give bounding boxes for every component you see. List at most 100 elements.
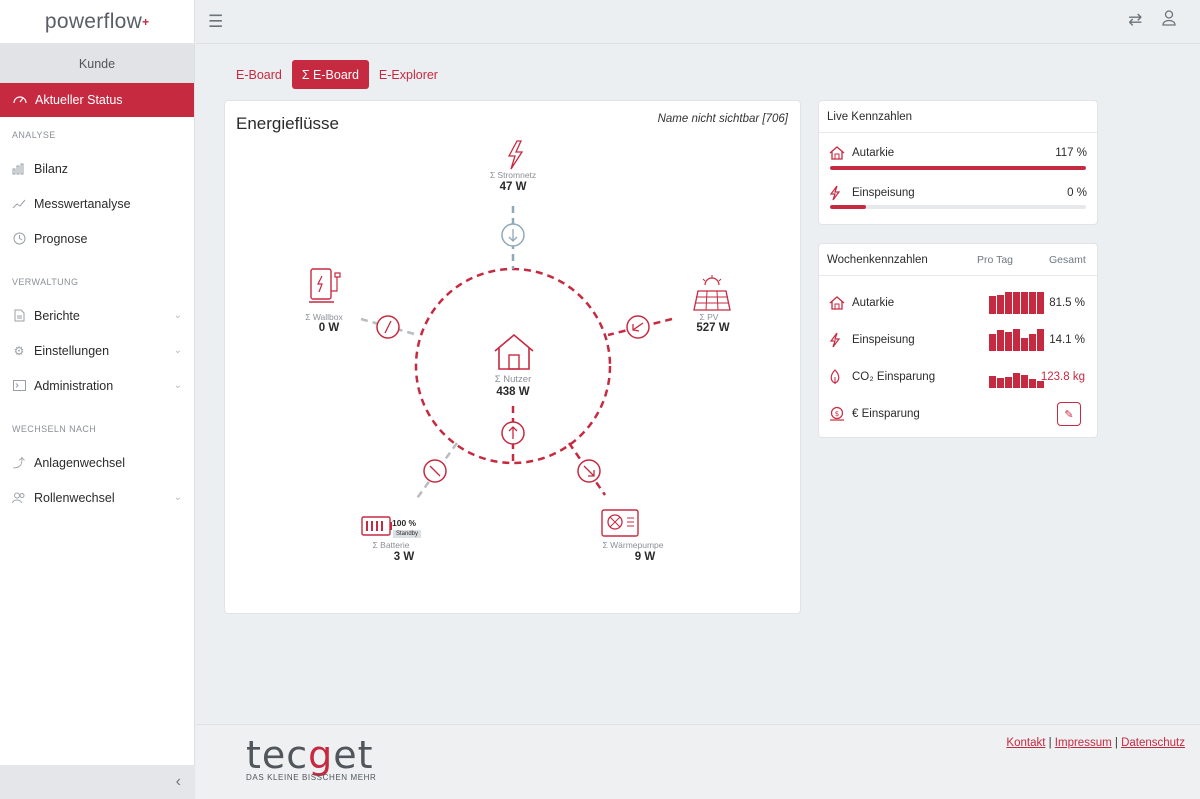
sidebar-item-prognose[interactable]: Prognose xyxy=(0,221,194,256)
mini-bar xyxy=(997,378,1004,388)
chevron-down-icon: ⌄ xyxy=(173,492,182,503)
weekly-row-value: 123.8 kg xyxy=(1040,371,1085,383)
sidebar-item-label: Bilanz xyxy=(34,161,69,176)
battery-value: 3 W xyxy=(393,551,415,563)
sidebar-item-bilanz[interactable]: Bilanz xyxy=(0,151,194,186)
pencil-icon: ✎ xyxy=(1064,408,1074,421)
separator: | xyxy=(1111,737,1122,749)
link-kontakt[interactable]: Kontakt xyxy=(1006,737,1045,749)
link-impressum[interactable]: Impressum xyxy=(1055,737,1112,749)
clock-icon xyxy=(12,232,26,246)
mini-bar xyxy=(1037,329,1044,351)
sidebar-collapse-button[interactable]: ‹ xyxy=(0,765,195,799)
einspeisung-progress-bar xyxy=(830,205,1086,209)
sidebar-item-messwertanalyse[interactable]: Messwertanalyse xyxy=(0,186,194,221)
brand-name: powerflow xyxy=(44,9,143,33)
mini-bar xyxy=(989,334,996,351)
logo-text: et xyxy=(333,733,374,777)
live-row-einspeisung: Einspeisung 0 % xyxy=(829,185,1087,201)
weekly-row-co2: CO₂ Einsparung 123.8 kg xyxy=(829,365,1091,389)
grid-label: Σ Stromnetz xyxy=(489,170,537,180)
tecget-logo: tecget DAS KLEINE BISSCHEN MEHR xyxy=(246,733,376,782)
lightning-icon xyxy=(829,332,847,348)
house-icon xyxy=(829,296,847,310)
user-label: Σ Nutzer xyxy=(494,374,532,385)
daily-mini-chart xyxy=(989,292,1044,314)
live-kpi-title: Live Kennzahlen xyxy=(819,101,1097,133)
sidebar-item-einstellungen[interactable]: ⚙ Einstellungen ⌄ xyxy=(0,333,194,368)
edit-button[interactable]: ✎ xyxy=(1057,402,1081,426)
wallbox-value: 0 W xyxy=(318,322,340,334)
wallbox-label: Σ Wallbox xyxy=(305,312,343,322)
battery-soc: 100 % xyxy=(392,518,417,528)
wallbox-charger-icon xyxy=(309,268,341,303)
sidebar-item-label: Einstellungen xyxy=(34,343,110,358)
solar-panel-icon xyxy=(693,275,731,311)
daily-mini-chart xyxy=(989,366,1044,388)
footer-links: Kontakt | Impressum | Datenschutz xyxy=(1006,737,1185,749)
link-datenschutz[interactable]: Datenschutz xyxy=(1121,737,1185,749)
section-label-analyse: ANALYSE xyxy=(12,130,56,140)
chevron-down-icon: ⌄ xyxy=(173,380,182,391)
weekly-row-label: Einspeisung xyxy=(852,334,915,346)
footer: tecget DAS KLEINE BISSCHEN MEHR Kontakt … xyxy=(196,724,1200,799)
live-row-value: 117 % xyxy=(1055,147,1087,159)
mini-bar xyxy=(997,330,1004,351)
sidebar-item-anlagenwechsel[interactable]: ⤴ Anlagenwechsel xyxy=(0,445,194,480)
customer-label[interactable]: Kunde xyxy=(0,44,194,83)
weekly-row-einspeisung: Einspeisung 14.1 % xyxy=(829,328,1091,352)
mini-bar xyxy=(1029,334,1036,351)
mini-bar xyxy=(1037,292,1044,314)
mini-bar xyxy=(997,295,1004,314)
weekly-row-label: Autarkie xyxy=(852,297,895,309)
sidebar-item-rollenwechsel[interactable]: Rollenwechsel ⌄ xyxy=(0,480,194,515)
battery-state-badge: Standby xyxy=(395,531,419,537)
sidebar-item-berichte[interactable]: Berichte ⌄ xyxy=(0,298,194,333)
weekly-row-value: 14.1 % xyxy=(1049,334,1085,346)
sidebar-item-administration[interactable]: Administration ⌄ xyxy=(0,368,194,403)
weekly-kpi-card: Wochenkennzahlen Pro Tag Gesamt Autarkie… xyxy=(818,243,1098,438)
weekly-kpi-header: Wochenkennzahlen Pro Tag Gesamt xyxy=(819,244,1097,276)
tab-sum-e-board[interactable]: Σ E-Board xyxy=(291,60,369,89)
live-row-label: Autarkie xyxy=(852,147,895,159)
logo-text: tec xyxy=(246,733,309,777)
autarkie-progress-fill xyxy=(830,166,1086,170)
lightning-icon xyxy=(507,140,524,170)
chevron-down-icon: ⌄ xyxy=(173,345,182,356)
column-per-day: Pro Tag xyxy=(977,254,1013,266)
hamburger-menu-icon[interactable]: ☰ xyxy=(208,12,223,32)
mini-bar xyxy=(1029,292,1036,314)
tab-e-board[interactable]: E-Board xyxy=(226,60,292,89)
section-label-verwaltung: VERWALTUNG xyxy=(12,277,79,287)
mini-bar xyxy=(1005,332,1012,351)
switch-arrows-icon[interactable]: ⇄ xyxy=(1128,10,1142,30)
live-kpi-card: Live Kennzahlen Autarkie 117 % Einspeisu… xyxy=(818,100,1098,225)
logo-mark: g xyxy=(308,733,334,777)
live-row-value: 0 % xyxy=(1067,187,1087,199)
house-icon xyxy=(829,146,847,160)
weekly-row-label: CO₂ Einsparung xyxy=(852,371,936,383)
brand-logo[interactable]: powerflow + xyxy=(0,0,194,44)
house-icon xyxy=(494,333,534,370)
topbar: ☰ ⇄ xyxy=(196,0,1200,44)
gear-icon: ⚙ xyxy=(13,343,25,358)
logo-tagline: DAS KLEINE BISSCHEN MEHR xyxy=(246,773,377,782)
chevron-down-icon: ⌄ xyxy=(173,310,182,321)
brand-mark: + xyxy=(142,14,150,29)
autarkie-progress-bar xyxy=(830,166,1086,170)
sidebar-item-label: Berichte xyxy=(34,308,80,323)
terminal-icon xyxy=(12,379,26,393)
tab-e-explorer[interactable]: E-Explorer xyxy=(369,60,448,89)
sidebar-item-aktueller-status[interactable]: Aktueller Status xyxy=(0,83,194,117)
sidebar-item-label: Aktueller Status xyxy=(35,93,123,107)
user-icon[interactable] xyxy=(1162,10,1176,31)
bar-chart-icon xyxy=(12,162,26,176)
line-chart-icon xyxy=(12,197,26,211)
weekly-kpi-title: Wochenkennzahlen xyxy=(827,253,928,266)
leaf-icon xyxy=(829,369,847,385)
mini-bar xyxy=(1005,377,1012,388)
heatpump-label: Σ Wärmepumpe xyxy=(602,540,664,550)
mini-bar xyxy=(1013,329,1020,351)
mini-bar xyxy=(1021,375,1028,388)
heat-pump-icon xyxy=(601,509,639,537)
